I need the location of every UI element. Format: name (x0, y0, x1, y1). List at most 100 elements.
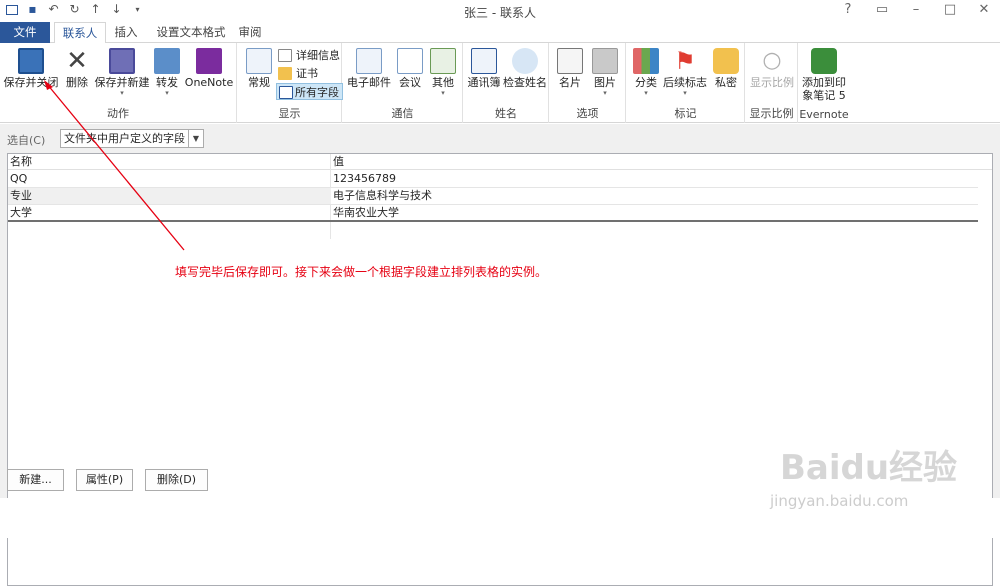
table-header: 名称 值 (8, 154, 992, 170)
watermark-logo-text: Baidu经验 (780, 448, 958, 488)
follow-up-button[interactable]: ⚑ 后续标志 ▾ (663, 48, 707, 97)
chevron-down-icon[interactable]: ▼ (188, 130, 203, 147)
chevron-down-icon: ▾ (644, 89, 648, 97)
add-to-evernote-button[interactable]: 添加到印 象笔记 5 (799, 48, 849, 102)
field-value[interactable]: 123456789 (331, 171, 396, 187)
group-label-communicate: 通信 (391, 107, 414, 120)
group-label-evernote: Evernote (799, 108, 849, 121)
title-bar: ▪ ↶ ↻ ↑ ↓ ▾ 张三 - 联系人 ? ▭ – □ ✕ (0, 0, 1000, 22)
contact-card-icon (246, 48, 272, 74)
field-value[interactable]: 电子信息科学与技术 (331, 188, 978, 204)
tab-contact[interactable]: 联系人 (54, 22, 106, 44)
picture-button[interactable]: 图片 ▾ (590, 48, 620, 97)
group-evernote: 添加到印 象笔记 5 Evernote (799, 43, 849, 123)
address-book-button[interactable]: 通讯簿 (466, 48, 502, 89)
group-zoom: ○ 显示比例 显示比例 (746, 43, 798, 123)
lock-icon (713, 48, 739, 74)
general-button[interactable]: 常规 (243, 48, 275, 89)
help-icon[interactable]: ? (840, 2, 856, 17)
chevron-down-icon: ▾ (683, 89, 687, 97)
save-new-icon (109, 48, 135, 74)
categorize-icon (633, 48, 659, 74)
annotation-text: 填写完毕后保存即可。接下来会做一个根据字段建立排列表格的实例。 (175, 265, 548, 279)
picture-icon (592, 48, 618, 74)
email-button[interactable]: 电子邮件 (345, 48, 393, 89)
meeting-button[interactable]: 会议 (395, 48, 425, 89)
select-from-dropdown[interactable]: 文件夹中用户定义的字段 ▼ (60, 129, 204, 148)
group-label-show: 显示 (278, 107, 301, 120)
zoom-button[interactable]: ○ 显示比例 (748, 48, 796, 89)
tab-insert[interactable]: 插入 (108, 22, 144, 43)
more-icon (430, 48, 456, 74)
select-from-value: 文件夹中用户定义的字段 (64, 132, 185, 145)
calendar-icon (397, 48, 423, 74)
maximize-icon[interactable]: □ (942, 2, 958, 17)
onenote-button[interactable]: OneNote (184, 48, 234, 89)
ribbon-tabs: 文件 联系人 插入 设置文本格式 审阅 (0, 22, 1000, 44)
group-actions: 保存并关闭 ✕ 删除 保存并新建 ▾ 转发 ▾ OneNote 动作 (0, 43, 237, 123)
group-label-zoom: 显示比例 (749, 107, 794, 120)
properties-button[interactable]: 属性(P) (76, 469, 133, 491)
column-header-name[interactable]: 名称 (8, 154, 32, 170)
all-fields-button[interactable]: 所有字段 (276, 83, 343, 100)
magnifier-icon: ○ (762, 48, 782, 73)
group-communicate: 电子邮件 会议 其他 ▾ 通信 (343, 43, 463, 123)
group-label-names: 姓名 (495, 107, 517, 120)
window-controls: ? ▭ – □ ✕ (840, 2, 992, 17)
delete-field-button[interactable]: 删除(D) (145, 469, 208, 491)
details-icon (278, 49, 292, 62)
select-from-label: 选自(C) (7, 134, 46, 147)
group-label-actions: 动作 (107, 107, 129, 120)
business-card-icon (557, 48, 583, 74)
ribbon-display-icon[interactable]: ▭ (874, 2, 890, 17)
group-show: 常规 详细信息 证书 所有字段 显示 (238, 43, 343, 123)
table-row[interactable]: 大学 华南农业大学 (8, 205, 978, 222)
chevron-down-icon: ▾ (441, 89, 445, 97)
private-button[interactable]: 私密 (711, 48, 741, 89)
delete-x-icon: ✕ (66, 46, 88, 76)
forward-icon (154, 48, 180, 74)
close-icon[interactable]: ✕ (976, 2, 992, 17)
field-name: QQ (10, 172, 28, 185)
group-tags: 分类 ▾ ⚑ 后续标志 ▾ 私密 标记 (627, 43, 745, 123)
onenote-icon (196, 48, 222, 74)
watermark-url: jingyan.baidu.com (770, 492, 909, 510)
tab-file[interactable]: 文件 (0, 22, 50, 43)
minimize-icon[interactable]: – (908, 2, 924, 17)
field-name: 专业 (10, 189, 32, 202)
field-name: 大学 (10, 206, 32, 219)
save-new-button[interactable]: 保存并新建 ▾ (94, 48, 150, 97)
table-row[interactable]: 专业 电子信息科学与技术 (8, 188, 978, 205)
group-options: 名片 图片 ▾ 选项 (550, 43, 626, 123)
new-field-button[interactable]: 新建... (7, 469, 64, 491)
group-names: 通讯簿 检查姓名 姓名 (464, 43, 549, 123)
check-names-icon (512, 48, 538, 74)
ribbon: 保存并关闭 ✕ 删除 保存并新建 ▾ 转发 ▾ OneNote 动作 常规 详细… (0, 43, 1000, 123)
address-book-icon (471, 48, 497, 74)
group-label-options: 选项 (576, 107, 599, 120)
table-row[interactable]: QQ 123456789 (8, 171, 978, 188)
evernote-icon (811, 48, 837, 74)
column-header-value[interactable]: 值 (331, 154, 344, 170)
more-button[interactable]: 其他 ▾ (427, 48, 459, 97)
save-close-button[interactable]: 保存并关闭 (3, 48, 59, 89)
check-names-button[interactable]: 检查姓名 (502, 48, 548, 89)
flag-icon: ⚑ (674, 47, 696, 75)
chevron-down-icon: ▾ (120, 89, 124, 97)
categorize-button[interactable]: 分类 ▾ (631, 48, 661, 97)
business-card-button[interactable]: 名片 (555, 48, 585, 89)
tab-review[interactable]: 审阅 (236, 22, 264, 43)
baidu-watermark: Baidu经验 jingyan.baidu.com (770, 430, 990, 530)
chevron-down-icon: ▾ (165, 89, 169, 97)
certificates-button[interactable]: 证书 (278, 65, 318, 82)
email-icon (356, 48, 382, 74)
delete-button[interactable]: ✕ 删除 (62, 48, 92, 89)
save-close-icon (18, 48, 44, 74)
all-fields-icon (279, 86, 293, 99)
forward-button[interactable]: 转发 ▾ (152, 48, 182, 97)
certificate-icon (278, 67, 292, 80)
tab-format-text[interactable]: 设置文本格式 (148, 22, 234, 43)
details-button[interactable]: 详细信息 (278, 47, 340, 64)
group-label-tags: 标记 (674, 107, 697, 120)
field-value[interactable]: 华南农业大学 (331, 205, 399, 221)
